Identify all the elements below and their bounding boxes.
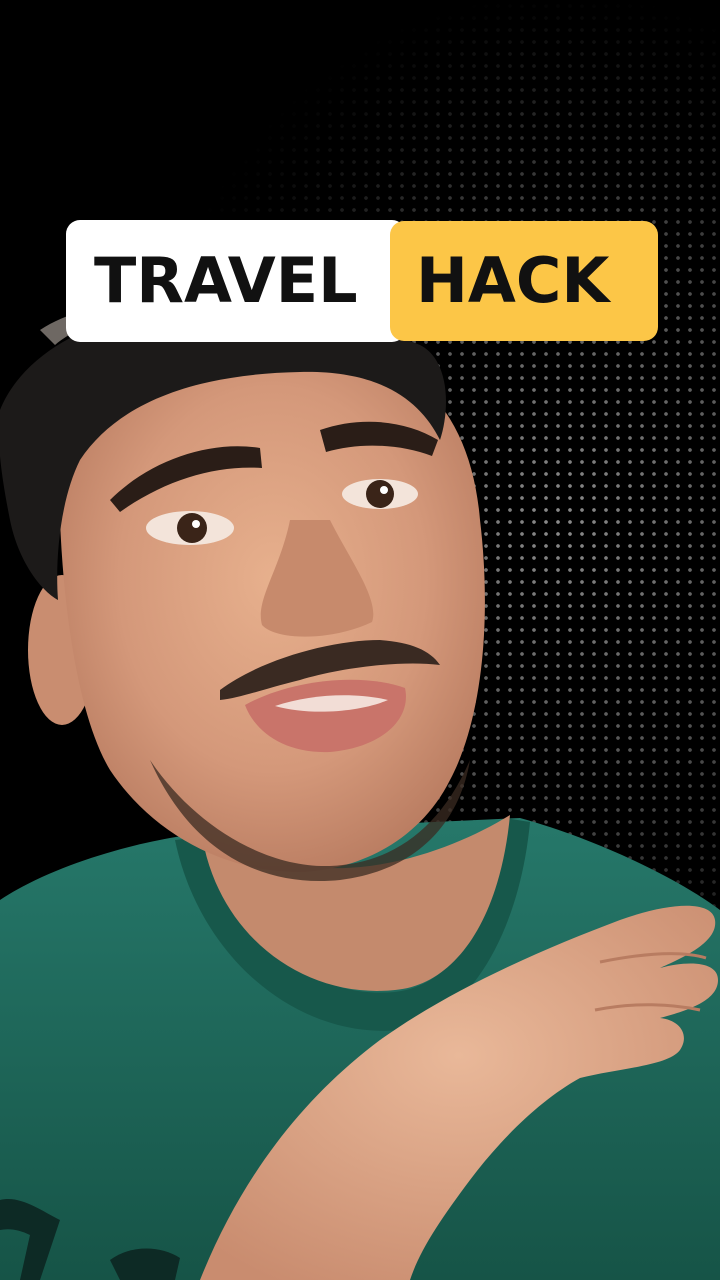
title-word-hack: HACK <box>416 244 610 317</box>
title-word-travel: TRAVEL <box>94 244 358 317</box>
presenter <box>0 0 720 1280</box>
title-overlay: TRAVEL HACK <box>66 220 658 342</box>
video-frame[interactable]: TRAVEL HACK <box>0 0 720 1280</box>
